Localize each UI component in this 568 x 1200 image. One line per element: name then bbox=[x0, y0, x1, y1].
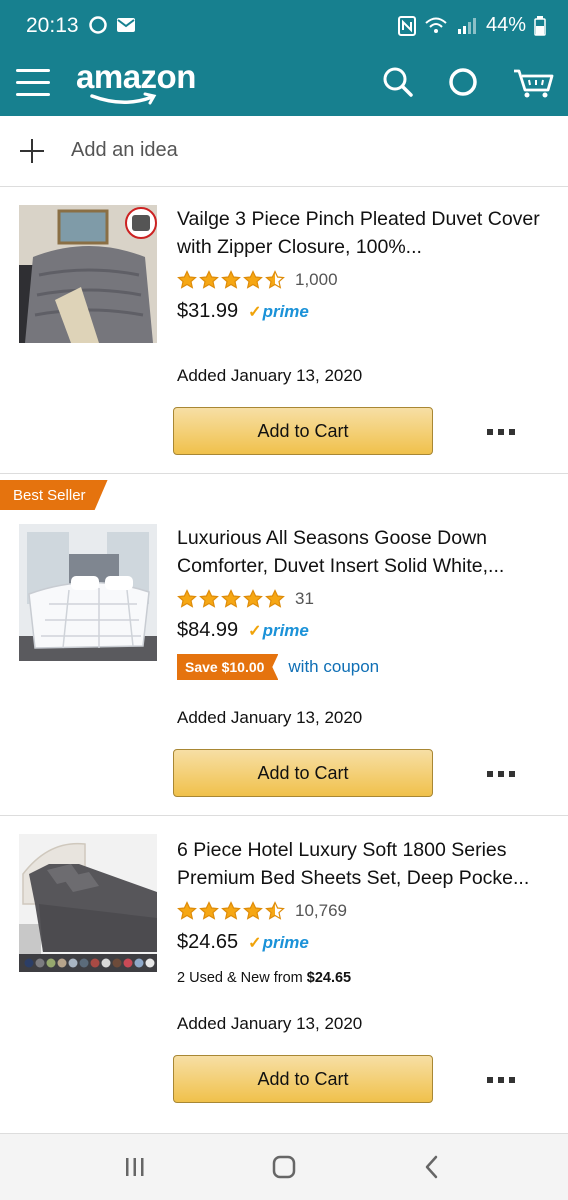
system-nav-bar bbox=[0, 1133, 568, 1200]
status-time: 20:13 bbox=[26, 14, 79, 37]
product-image[interactable] bbox=[19, 834, 157, 972]
back-icon[interactable] bbox=[417, 1154, 447, 1180]
star-icon bbox=[243, 589, 263, 608]
add-to-cart-button[interactable]: Add to Cart bbox=[173, 749, 433, 797]
recent-apps-icon[interactable] bbox=[120, 1154, 150, 1180]
prime-badge: ✓ prime bbox=[248, 302, 309, 321]
best-seller-badge: Best Seller bbox=[0, 480, 108, 510]
prime-badge: ✓ prime bbox=[248, 621, 309, 640]
star-rating[interactable]: 10,769 bbox=[177, 901, 347, 921]
search-icon[interactable] bbox=[381, 65, 415, 99]
more-options-icon[interactable] bbox=[487, 764, 515, 784]
star-icon bbox=[265, 270, 285, 289]
signal-icon bbox=[457, 17, 476, 34]
product-card: Best Seller Luxurious All Seasons Goose … bbox=[0, 474, 568, 816]
star-icon bbox=[199, 901, 219, 920]
cart-icon[interactable] bbox=[512, 65, 554, 99]
product-price: $31.99 bbox=[177, 300, 239, 322]
amazon-smile-icon bbox=[90, 92, 157, 105]
alexa-icon[interactable] bbox=[446, 65, 480, 99]
star-icon bbox=[221, 270, 241, 289]
star-icon bbox=[177, 901, 197, 920]
battery-percent: 44% bbox=[485, 14, 526, 36]
sync-icon bbox=[89, 16, 107, 34]
star-icon bbox=[243, 270, 263, 289]
amazon-logo[interactable]: amazon bbox=[76, 58, 196, 96]
prime-badge: ✓ prime bbox=[248, 933, 309, 952]
coupon-row[interactable]: Save $10.00 with coupon bbox=[177, 654, 379, 680]
product-image[interactable] bbox=[19, 524, 157, 661]
prime-check-icon: ✓ bbox=[248, 935, 262, 952]
coupon-badge: Save $10.00 bbox=[177, 654, 279, 680]
product-price: $24.65 bbox=[177, 931, 239, 953]
product-title[interactable]: 6 Piece Hotel Luxury Soft 1800 Series Pr… bbox=[177, 836, 547, 892]
star-icon bbox=[199, 270, 219, 289]
star-icon bbox=[199, 589, 219, 608]
home-icon[interactable] bbox=[269, 1154, 299, 1180]
prime-check-icon: ✓ bbox=[248, 623, 262, 640]
star-icon bbox=[177, 270, 197, 289]
coupon-link[interactable]: with coupon bbox=[288, 657, 379, 677]
star-icon bbox=[243, 901, 263, 920]
wifi-icon bbox=[425, 17, 447, 33]
rating-stars bbox=[177, 901, 285, 921]
star-icon bbox=[265, 589, 285, 608]
add-to-cart-button[interactable]: Add to Cart bbox=[173, 407, 433, 455]
nfc-icon bbox=[397, 15, 416, 36]
battery-icon bbox=[534, 15, 546, 36]
product-title[interactable]: Vailge 3 Piece Pinch Pleated Duvet Cover… bbox=[177, 205, 547, 261]
review-count: 10,769 bbox=[295, 901, 347, 920]
mail-icon bbox=[117, 18, 135, 32]
more-options-icon[interactable] bbox=[487, 1070, 515, 1090]
add-idea-row[interactable]: Add an idea bbox=[0, 117, 568, 187]
rating-stars bbox=[177, 270, 285, 290]
star-icon bbox=[221, 901, 241, 920]
status-bar: 20:13 44% bbox=[0, 0, 568, 50]
add-idea-label: Add an idea bbox=[71, 139, 178, 161]
prime-check-icon: ✓ bbox=[248, 304, 262, 321]
menu-icon[interactable] bbox=[16, 67, 50, 97]
add-to-cart-button[interactable]: Add to Cart bbox=[173, 1055, 433, 1103]
product-card: Vailge 3 Piece Pinch Pleated Duvet Cover… bbox=[0, 187, 568, 474]
product-image[interactable] bbox=[19, 205, 157, 343]
rating-stars bbox=[177, 589, 285, 609]
product-price: $84.99 bbox=[177, 619, 239, 641]
added-date: Added January 13, 2020 bbox=[177, 708, 363, 727]
added-date: Added January 13, 2020 bbox=[177, 366, 363, 385]
review-count: 1,000 bbox=[295, 270, 338, 289]
more-options-icon[interactable] bbox=[487, 422, 515, 442]
app-header: amazon bbox=[0, 50, 568, 116]
plus-icon bbox=[20, 139, 44, 163]
star-icon bbox=[177, 589, 197, 608]
added-date: Added January 13, 2020 bbox=[177, 1014, 363, 1033]
used-new-offers[interactable]: 2 Used & New from $24.65 bbox=[177, 970, 351, 986]
star-rating[interactable]: 31 bbox=[177, 589, 314, 609]
star-icon bbox=[221, 589, 241, 608]
star-rating[interactable]: 1,000 bbox=[177, 270, 338, 290]
review-count: 31 bbox=[295, 589, 314, 608]
star-icon bbox=[265, 901, 285, 920]
product-card: 6 Piece Hotel Luxury Soft 1800 Series Pr… bbox=[0, 816, 568, 1122]
product-title[interactable]: Luxurious All Seasons Goose Down Comfort… bbox=[177, 524, 547, 580]
